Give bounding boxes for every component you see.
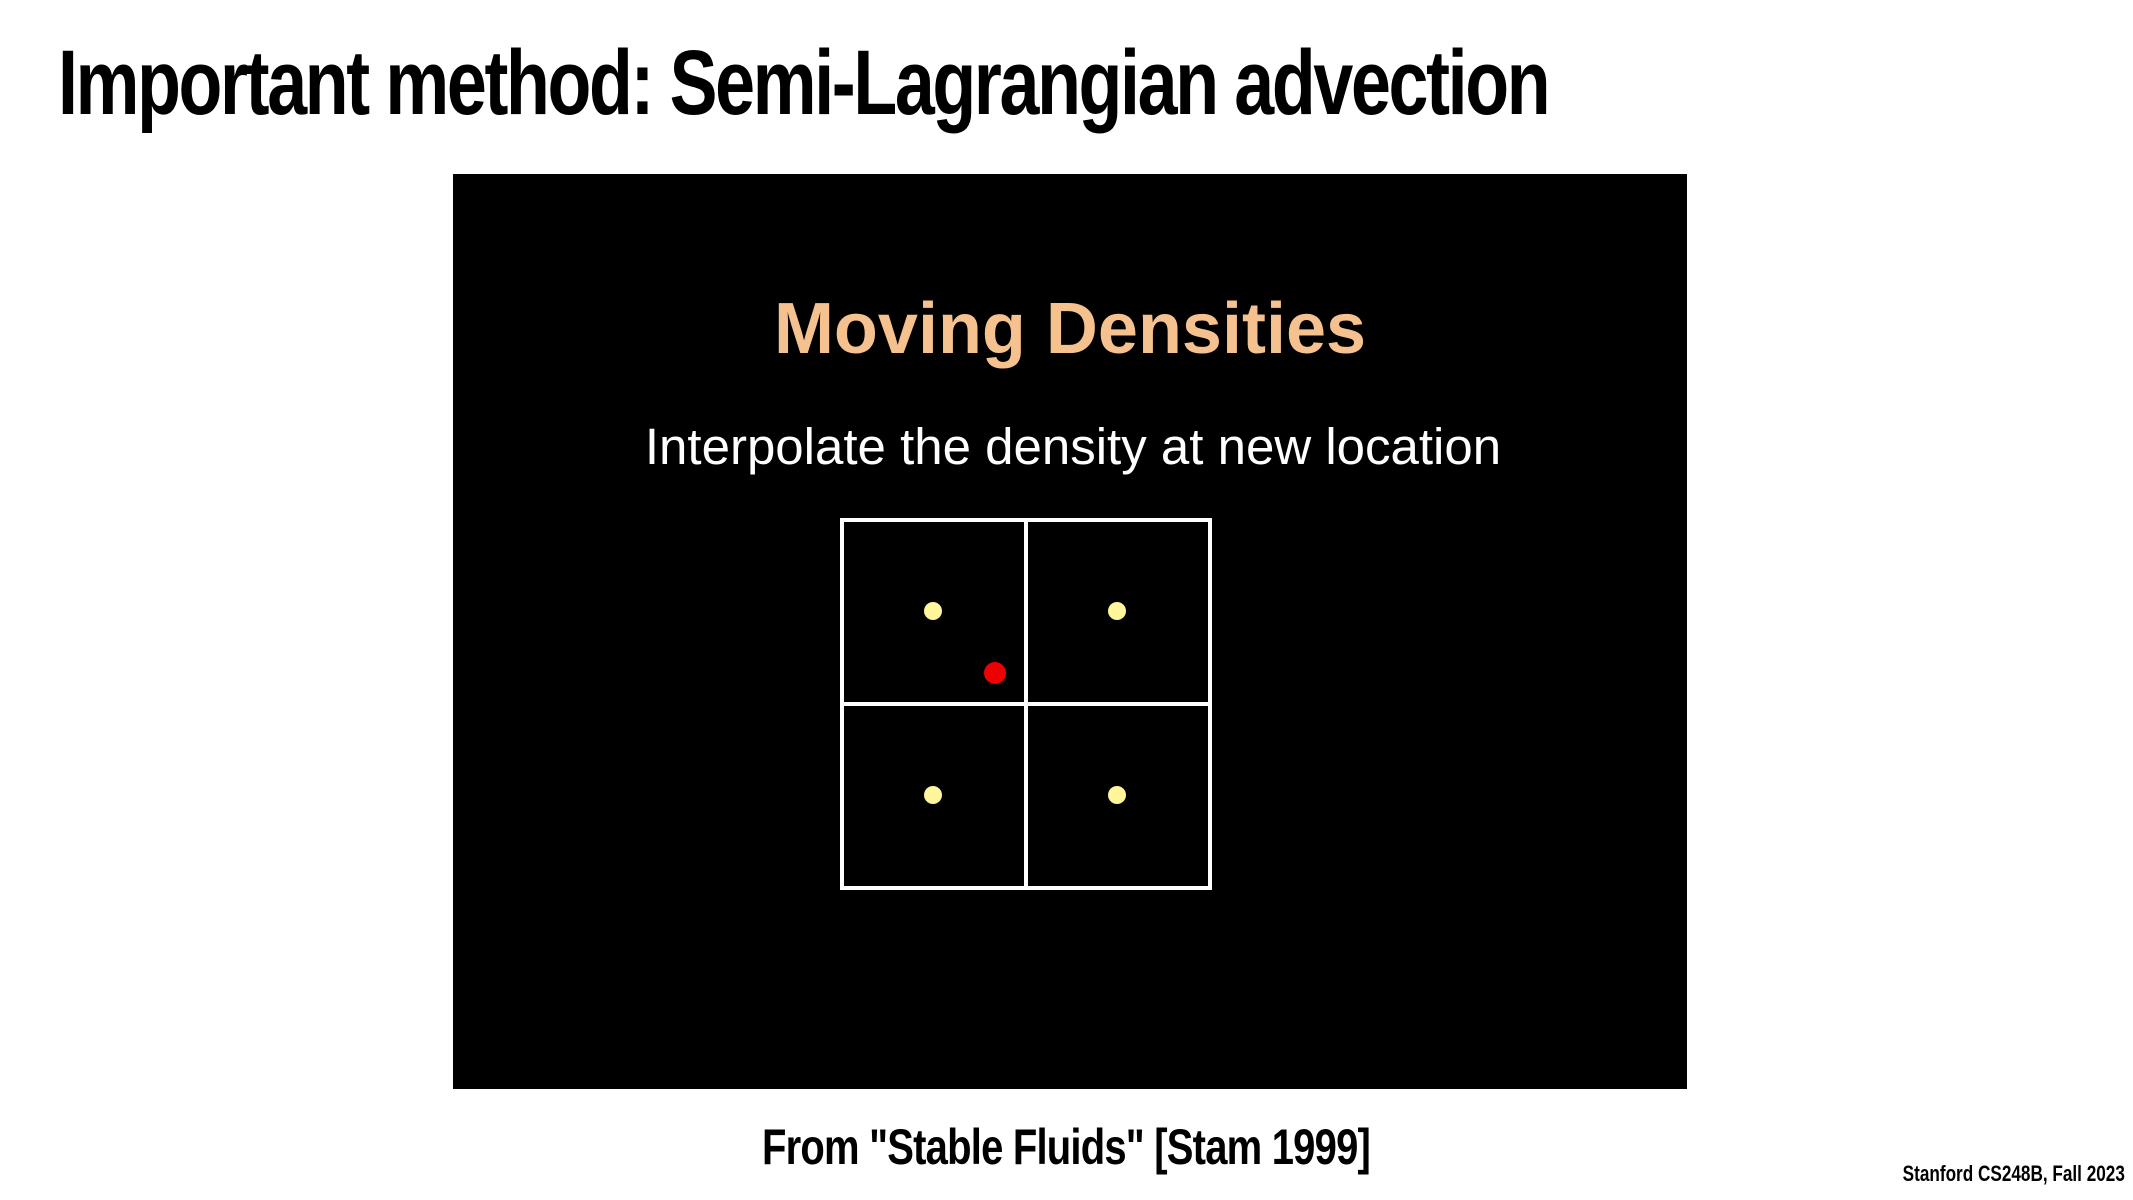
figure-caption: From "Stable Fluids" [Stam 1999] (0, 1115, 2133, 1179)
cell-center-point-top-right (1108, 602, 1126, 620)
density-grid-diagram (840, 518, 1212, 890)
slide-title: Important method: Semi-Lagrangian advect… (58, 32, 1551, 134)
cell-center-point-bottom-right (1108, 786, 1126, 804)
course-credit: Stanford CS248B, Fall 2023 (1902, 1161, 2125, 1186)
figure-caption-text: From "Stable Fluids" [Stam 1999] (762, 1119, 1371, 1175)
interpolated-point (984, 662, 1006, 684)
grid-lines (840, 518, 1212, 890)
cell-center-point-top-left (924, 602, 942, 620)
cell-center-point-bottom-left (924, 786, 942, 804)
video-frame: Moving Densities Interpolate the density… (453, 174, 1687, 1089)
